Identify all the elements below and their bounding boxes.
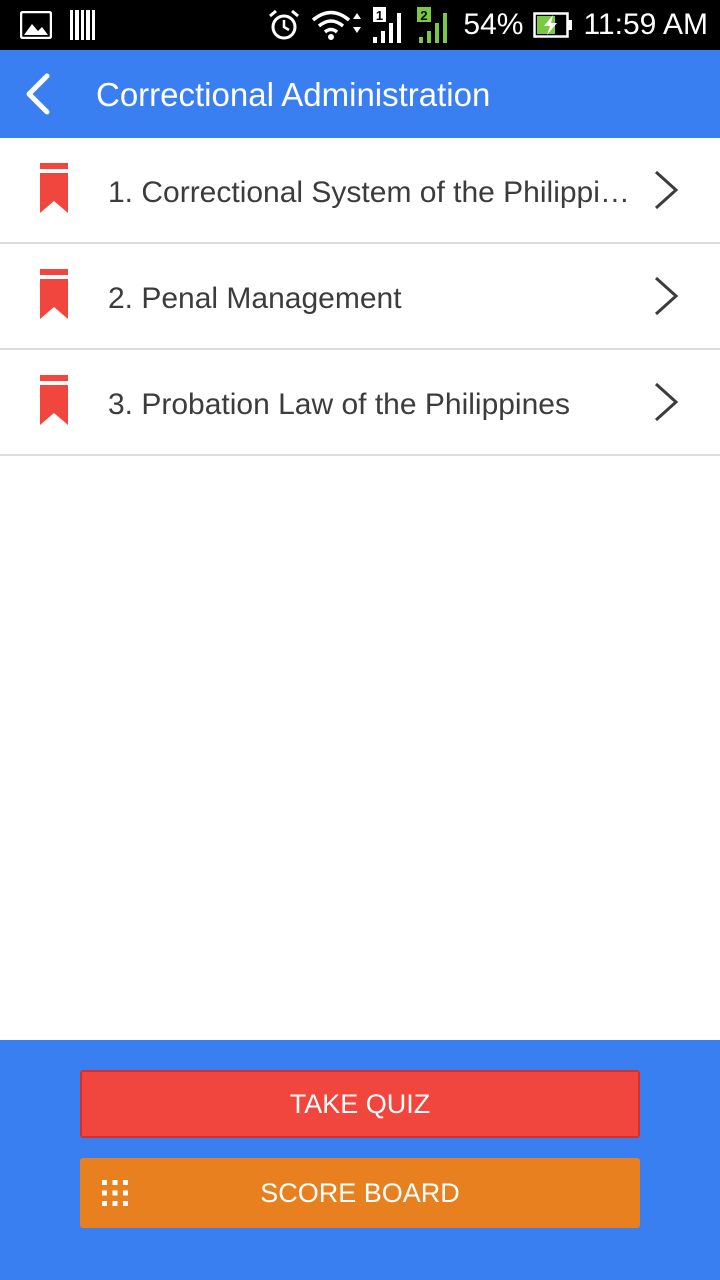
sim1-signal-icon: 1 bbox=[373, 7, 402, 43]
topic-item-correctional-system[interactable]: 1. Correctional System of the Philippine… bbox=[0, 138, 720, 244]
topic-label: 2. Penal Management bbox=[108, 282, 402, 315]
sim2-label: 2 bbox=[421, 8, 428, 23]
chevron-left-icon bbox=[26, 73, 50, 115]
topic-list: 1. Correctional System of the Philippine… bbox=[0, 138, 720, 456]
chevron-right-icon bbox=[654, 382, 679, 422]
battery-charging-icon bbox=[533, 12, 573, 38]
bottom-action-panel: TAKE QUIZ SCORE BOARD bbox=[0, 1040, 720, 1280]
bookmark-icon bbox=[40, 163, 68, 213]
grid-icon bbox=[102, 1180, 128, 1206]
take-quiz-label: TAKE QUIZ bbox=[289, 1089, 431, 1119]
status-time: 11:59 AM bbox=[583, 8, 708, 41]
app-bar: Correctional Administration bbox=[0, 50, 720, 138]
image-notification-icon bbox=[20, 11, 52, 39]
chevron-right-icon bbox=[654, 276, 679, 316]
status-bar: 1 2 54% 11:59 AM bbox=[0, 0, 720, 50]
take-quiz-button[interactable]: TAKE QUIZ bbox=[80, 1070, 640, 1138]
topic-label: 3. Probation Law of the Philippines bbox=[108, 388, 570, 421]
topic-label: 1. Correctional System of the Philippine… bbox=[108, 176, 632, 209]
bookmark-icon bbox=[40, 375, 68, 425]
battery-percent: 54% bbox=[463, 8, 524, 41]
alarm-icon bbox=[269, 9, 300, 40]
topic-item-probation-law[interactable]: 3. Probation Law of the Philippines bbox=[0, 350, 720, 456]
sim2-signal-icon: 2 bbox=[417, 7, 448, 43]
chevron-right-icon bbox=[654, 170, 679, 210]
back-button[interactable] bbox=[8, 64, 68, 124]
score-board-button[interactable]: SCORE BOARD bbox=[80, 1158, 640, 1228]
wifi-icon bbox=[312, 10, 362, 40]
bookmark-icon bbox=[40, 269, 68, 319]
score-board-label: SCORE BOARD bbox=[260, 1178, 460, 1208]
barcode-notification-icon bbox=[70, 10, 95, 40]
topic-item-penal-management[interactable]: 2. Penal Management bbox=[0, 244, 720, 350]
sim1-label: 1 bbox=[376, 8, 383, 23]
page-title: Correctional Administration bbox=[96, 76, 491, 113]
